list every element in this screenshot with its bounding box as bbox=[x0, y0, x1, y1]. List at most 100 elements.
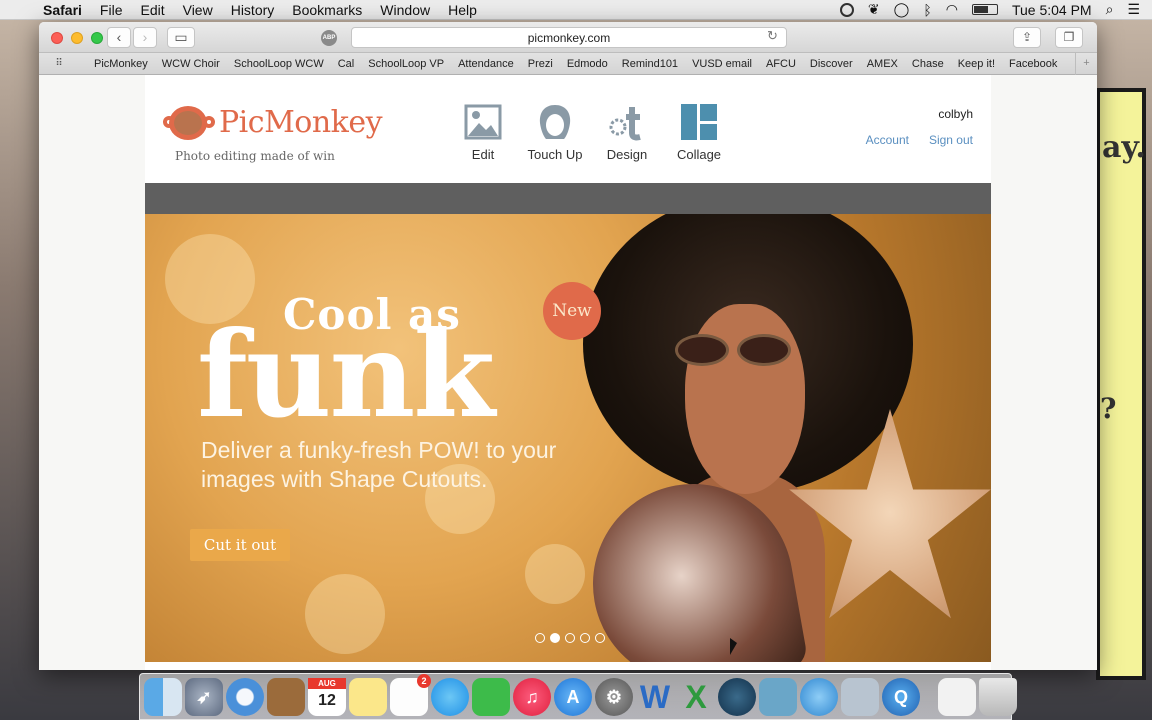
network-app-icon[interactable] bbox=[718, 677, 756, 716]
menu-edit[interactable]: Edit bbox=[131, 2, 173, 18]
wifi-icon[interactable]: ◠ bbox=[946, 1, 958, 18]
monkey-logo-icon bbox=[163, 105, 215, 140]
adblock-icon[interactable]: ABP bbox=[321, 30, 337, 46]
hero-headline-line2: funk bbox=[197, 305, 495, 444]
image-capture-icon[interactable] bbox=[759, 677, 797, 716]
trash-icon[interactable] bbox=[979, 677, 1017, 716]
favorite-link[interactable]: Attendance bbox=[451, 58, 521, 70]
show-all-tabs-icon[interactable]: ❐ bbox=[1055, 27, 1083, 48]
favorite-link[interactable]: Prezi bbox=[521, 58, 560, 70]
safari-icon[interactable] bbox=[226, 677, 264, 716]
favorite-link[interactable]: Chase bbox=[905, 58, 951, 70]
reminders-icon[interactable]: 2 bbox=[390, 673, 431, 716]
reload-icon[interactable]: ↻ bbox=[767, 28, 778, 44]
bokeh-light bbox=[525, 544, 585, 604]
collage-icon bbox=[681, 104, 717, 140]
dock: ➶ AUG 12 2 ♫ A ⚙ W X Q bbox=[139, 673, 1017, 720]
facetime-icon[interactable] bbox=[472, 677, 510, 716]
tool-design[interactable]: Design bbox=[591, 103, 663, 162]
notes-icon[interactable] bbox=[349, 677, 387, 716]
share-icon[interactable]: ⇪ bbox=[1013, 27, 1041, 48]
menu-file[interactable]: File bbox=[91, 2, 132, 18]
sidebar-toggle-icon[interactable]: ▭ bbox=[167, 27, 195, 48]
menu-history[interactable]: History bbox=[222, 2, 284, 18]
app-store-icon[interactable]: A bbox=[554, 677, 592, 716]
menu-bookmarks[interactable]: Bookmarks bbox=[283, 2, 371, 18]
favorite-link[interactable]: AFCU bbox=[759, 58, 803, 70]
bluetooth-icon[interactable]: ᛒ bbox=[923, 2, 931, 18]
favorite-link[interactable]: VUSD email bbox=[685, 58, 759, 70]
top-sites-grid-icon[interactable]: ⠿ bbox=[39, 58, 79, 69]
excel-icon[interactable]: X bbox=[677, 678, 715, 716]
menu-window[interactable]: Window bbox=[371, 2, 439, 18]
favorite-link[interactable]: Edmodo bbox=[560, 58, 615, 70]
launchpad-icon[interactable]: ➶ bbox=[185, 677, 223, 716]
favorite-link[interactable]: Cal bbox=[331, 58, 362, 70]
tool-touch-up[interactable]: Touch Up bbox=[519, 103, 591, 162]
tool-design-label: Design bbox=[606, 147, 648, 162]
favorite-link[interactable]: PicMonkey bbox=[87, 58, 155, 70]
status-area: ❦ ◯ ᛒ ◠ Tue 5:04 PM ⌕ ☰ bbox=[839, 1, 1152, 18]
carousel-dot[interactable] bbox=[580, 633, 590, 643]
carousel-dot[interactable] bbox=[535, 633, 545, 643]
tool-collage[interactable]: Collage bbox=[663, 103, 735, 162]
carousel-dot[interactable] bbox=[565, 633, 575, 643]
contacts-icon[interactable] bbox=[267, 677, 305, 716]
menu-app-name[interactable]: Safari bbox=[34, 2, 91, 18]
record-icon[interactable] bbox=[839, 2, 854, 17]
menu-bar: Safari File Edit View History Bookmarks … bbox=[0, 0, 1152, 20]
tool-touch-up-label: Touch Up bbox=[527, 147, 583, 162]
touch-up-face-icon bbox=[539, 105, 571, 139]
message-bubble-icon[interactable]: ◯ bbox=[894, 1, 910, 18]
documents-stack-icon[interactable] bbox=[938, 677, 976, 716]
forward-button[interactable]: › bbox=[133, 27, 157, 48]
account-link[interactable]: Account bbox=[866, 133, 909, 147]
clock[interactable]: Tue 5:04 PM bbox=[1012, 2, 1092, 18]
safari-window: ‹ › ▭ ABP picmonkey.com ↻ ⇪ ❐ ⠿ PicMonke… bbox=[39, 22, 1097, 670]
favorite-link[interactable]: Facebook bbox=[1002, 58, 1064, 70]
back-button[interactable]: ‹ bbox=[107, 27, 131, 48]
finder-icon[interactable] bbox=[144, 677, 182, 716]
cut-it-out-button[interactable]: Cut it out bbox=[190, 529, 290, 561]
calendar-day: 12 bbox=[318, 691, 336, 709]
menu-view[interactable]: View bbox=[174, 2, 222, 18]
background-window[interactable]: ay. ? bbox=[1096, 88, 1146, 680]
itunes-icon[interactable]: ♫ bbox=[513, 677, 551, 716]
battery-icon[interactable] bbox=[971, 4, 998, 15]
minimize-window-button[interactable] bbox=[71, 32, 83, 44]
system-preferences-icon[interactable]: ⚙ bbox=[595, 677, 633, 716]
bokeh-light bbox=[305, 574, 385, 654]
favorite-link[interactable]: Keep it! bbox=[951, 58, 1002, 70]
carousel-dot[interactable] bbox=[595, 633, 605, 643]
favorite-link[interactable]: SchoolLoop WCW bbox=[227, 58, 331, 70]
favorite-link[interactable]: Remind101 bbox=[615, 58, 685, 70]
tool-edit[interactable]: Edit bbox=[447, 103, 519, 162]
carousel-dot-active[interactable] bbox=[550, 633, 560, 643]
reminders-badge: 2 bbox=[417, 673, 431, 688]
add-tab-icon[interactable]: + bbox=[1075, 53, 1097, 75]
close-window-button[interactable] bbox=[51, 32, 63, 44]
tool-edit-label: Edit bbox=[471, 147, 495, 162]
favorite-link[interactable]: SchoolLoop VP bbox=[361, 58, 451, 70]
fullscreen-window-button[interactable] bbox=[91, 32, 103, 44]
airdrop-icon[interactable] bbox=[800, 677, 838, 716]
hero-subtext: Deliver a funky-fresh POW! to your image… bbox=[201, 437, 557, 492]
quicktime-icon[interactable]: Q bbox=[882, 677, 920, 716]
address-bar[interactable]: picmonkey.com bbox=[351, 27, 787, 48]
messages-icon[interactable] bbox=[431, 677, 469, 716]
favorite-link[interactable]: Discover bbox=[803, 58, 860, 70]
hero-banner[interactable]: New Cool as funk Deliver a funky-fresh P… bbox=[145, 214, 991, 662]
favorite-link[interactable]: AMEX bbox=[860, 58, 905, 70]
notification-center-icon[interactable]: ☰ bbox=[1127, 1, 1140, 18]
sign-out-link[interactable]: Sign out bbox=[929, 133, 973, 147]
favorite-link[interactable]: WCW Choir bbox=[155, 58, 227, 70]
mouse-cursor bbox=[730, 638, 737, 655]
picmonkey-logo[interactable]: PicMonkey bbox=[163, 105, 383, 140]
preview-icon[interactable] bbox=[841, 677, 879, 716]
word-icon[interactable]: W bbox=[636, 678, 674, 716]
evernote-icon[interactable]: ❦ bbox=[868, 1, 880, 18]
spotlight-search-icon[interactable]: ⌕ bbox=[1106, 1, 1114, 18]
calendar-icon[interactable]: AUG 12 bbox=[308, 677, 346, 716]
edit-photo-icon bbox=[464, 104, 502, 140]
menu-help[interactable]: Help bbox=[439, 2, 486, 18]
